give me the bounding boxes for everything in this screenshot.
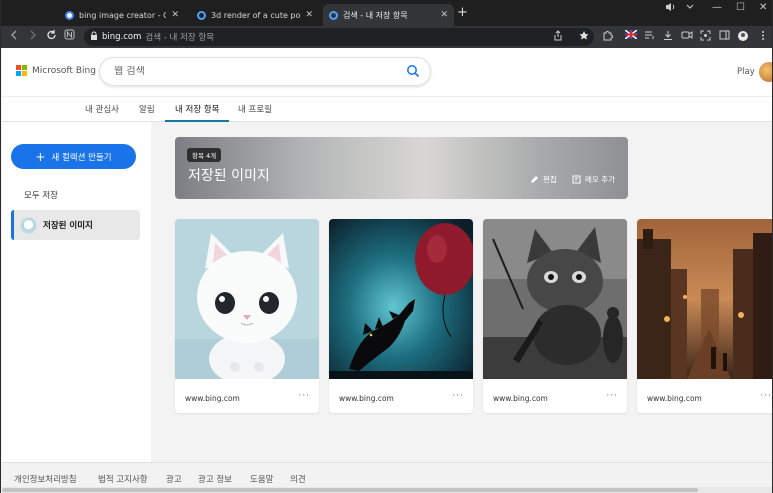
bing-search-favicon-icon (197, 10, 206, 20)
tab-profile[interactable]: 내 프로필 (238, 103, 272, 115)
tab-interests[interactable]: 내 관심사 (85, 103, 119, 115)
selected-tab-underline (165, 120, 229, 122)
profile-icon[interactable] (737, 30, 749, 42)
card-source: www.bing.com (185, 394, 240, 403)
address-host: bing.com (102, 32, 142, 42)
cat-balloon-image[interactable] (329, 219, 473, 379)
tab-strip: bing image creator - Googl ✕ 3d render o… (1, 0, 772, 26)
menu-kebab-icon[interactable] (757, 30, 769, 42)
extensions-puzzle-icon[interactable] (601, 30, 613, 42)
footer-link-legal[interactable]: 법적 고지사항 (98, 473, 148, 485)
download-icon[interactable] (662, 30, 674, 42)
bing-header: Microsoft Bing Play (2, 48, 772, 96)
add-note-label: 메모 추가 (585, 175, 615, 184)
collection-label: 저장된 이미지 (43, 221, 93, 231)
search-icon[interactable] (406, 64, 420, 78)
plus-icon: + (35, 149, 46, 164)
card-more-options[interactable]: ··· (606, 391, 618, 401)
address-bar[interactable]: bing.com 검색 - 내 저장 항목 (84, 28, 594, 46)
collection-banner: 항목 4개 저장된 이미지 편집 메모 추가 (175, 137, 628, 199)
address-path: 검색 - 내 저장 항목 (145, 33, 215, 43)
collection-saved-images[interactable]: 저장된 이미지 (11, 210, 140, 240)
google-favicon-icon (65, 10, 74, 20)
reader-mode-icon[interactable] (64, 29, 75, 43)
edit-label: 편집 (543, 175, 557, 184)
tab-title: 3d render of a cute polar ca (211, 10, 301, 20)
close-tab-icon[interactable]: ✕ (305, 10, 313, 20)
tab-notifications[interactable]: 알림 (139, 103, 155, 115)
new-collection-button[interactable]: + 새 컬렉션 만들기 (11, 144, 136, 169)
card-more-options[interactable]: ··· (760, 391, 772, 401)
steampunk-city-image[interactable] (637, 219, 773, 379)
collections-sidebar: + 새 컬렉션 만들기 모두 저장 저장된 이미지 (2, 122, 151, 462)
minimize-button[interactable]: — (712, 2, 722, 13)
lock-icon (90, 31, 98, 43)
footer-link-ad-info[interactable]: 광고 정보 (198, 473, 232, 485)
bing-page: Microsoft Bing Play 내 관심사 알림 내 저장 항목 내 프… (2, 48, 773, 493)
speaker-icon[interactable] (665, 2, 676, 15)
card-more-options[interactable]: ··· (298, 391, 310, 401)
chevron-down-icon[interactable] (685, 2, 695, 15)
tab-google-search[interactable]: bing image creator - Googl ✕ (59, 4, 185, 26)
footer-link-privacy[interactable]: 개인정보처리방침 (14, 473, 77, 485)
card-source: www.bing.com (339, 394, 394, 403)
item-count-badge: 항목 4개 (187, 148, 222, 162)
new-tab-button[interactable]: + (457, 5, 468, 20)
note-icon (572, 175, 581, 184)
footer-link-help[interactable]: 도움말 (250, 473, 273, 485)
flag-uk-icon[interactable] (624, 29, 638, 42)
close-tab-icon[interactable]: ✕ (171, 10, 179, 20)
bookmark-star-icon[interactable] (578, 30, 590, 42)
avatar[interactable] (759, 62, 772, 82)
camera-icon[interactable] (681, 30, 693, 42)
forward-arrow-icon[interactable] (28, 29, 38, 44)
microsoft-bing-logo[interactable]: Microsoft Bing (16, 65, 96, 76)
tab-title: 검색 - 내 저장 항목 (343, 10, 408, 20)
browser-toolbar: bing.com 검색 - 내 저장 항목 (1, 26, 772, 48)
share-icon[interactable] (552, 30, 564, 42)
card-source: www.bing.com (647, 394, 702, 403)
browser-window: bing image creator - Googl ✕ 3d render o… (0, 0, 773, 493)
play-link[interactable]: Play (737, 67, 755, 77)
saved-image-card[interactable]: www.bing.com ··· (329, 219, 473, 413)
card-more-options[interactable]: ··· (452, 391, 464, 401)
saved-image-card[interactable]: www.bing.com ··· (175, 219, 319, 413)
pencil-icon (531, 176, 538, 183)
tab-saved-items[interactable]: 검색 - 내 저장 항목 ✕ (323, 4, 454, 26)
grey-cat-image[interactable] (483, 219, 627, 379)
search-box[interactable] (99, 57, 431, 86)
tab-polar-cat-render[interactable]: 3d render of a cute polar ca ✕ (191, 4, 319, 26)
reload-icon[interactable] (46, 29, 57, 44)
collections-subnav: 내 관심사 알림 내 저장 항목 내 프로필 (2, 96, 772, 122)
bing-search-favicon-icon (329, 10, 338, 20)
edit-button[interactable]: 편집 (530, 174, 557, 185)
screenshot-icon[interactable] (699, 30, 711, 42)
collection-title: 저장된 이미지 (188, 168, 270, 184)
playlist-icon[interactable] (643, 30, 655, 42)
footer-link-advertise[interactable]: 광고 (166, 473, 182, 485)
polar-cat-image[interactable] (175, 219, 319, 379)
saved-image-card[interactable]: www.bing.com ··· (483, 219, 627, 413)
microsoft-logo-icon (16, 65, 27, 76)
tab-title: bing image creator - Googl (79, 10, 166, 20)
collection-thumbnail (20, 216, 37, 234)
saved-image-card[interactable]: www.bing.com ··· (637, 219, 773, 413)
close-tab-icon[interactable]: ✕ (440, 10, 448, 20)
close-window-button[interactable]: ✕ (759, 2, 767, 13)
search-input[interactable] (114, 66, 384, 77)
new-collection-label: 새 컬렉션 만들기 (51, 152, 112, 163)
tab-saved-items[interactable]: 내 저장 항목 (175, 103, 220, 115)
back-arrow-icon[interactable] (9, 29, 19, 44)
footer-link-feedback[interactable]: 의견 (290, 473, 306, 485)
all-saved-link[interactable]: 모두 저장 (24, 189, 58, 201)
maximize-button[interactable]: ☐ (736, 2, 745, 13)
add-note-button[interactable]: 메모 추가 (572, 174, 615, 185)
horizontal-scrollbar[interactable] (2, 487, 772, 493)
sidebar-panel-icon[interactable] (718, 30, 730, 42)
scrollbar-thumb[interactable] (2, 488, 698, 492)
card-source: www.bing.com (493, 394, 548, 403)
logo-text: Microsoft Bing (32, 65, 96, 76)
